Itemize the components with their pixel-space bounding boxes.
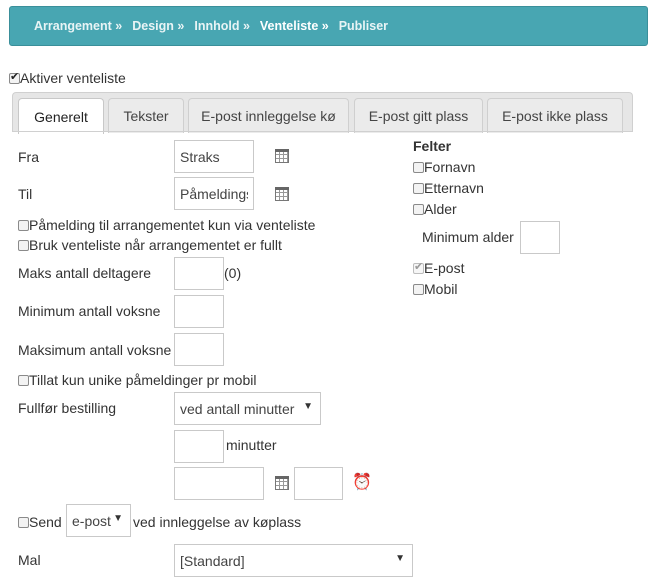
- tab-tekster-label: Tekster: [123, 108, 169, 124]
- field-fornavn-row: Fornavn: [413, 159, 475, 175]
- tab-generelt[interactable]: Generelt: [18, 98, 104, 134]
- tab-epost-ikke-plass-label: E-post ikke plass: [502, 108, 608, 124]
- field-mobil-row: Mobil: [413, 281, 457, 297]
- send-method-select[interactable]: e-post ▼: [66, 504, 131, 537]
- calendar-icon[interactable]: [275, 187, 289, 201]
- minutes-input[interactable]: [174, 430, 224, 463]
- fra-input[interactable]: [174, 140, 254, 173]
- use-when-full-label: Bruk venteliste når arrangementet er ful…: [29, 237, 282, 253]
- chevron-down-icon: ▼: [395, 553, 405, 564]
- unique-mobile-label: Tillat kun unike påmeldinger pr mobil: [29, 372, 257, 388]
- use-when-full-checkbox[interactable]: [18, 240, 29, 251]
- field-fornavn-checkbox[interactable]: [413, 162, 424, 173]
- calendar-icon[interactable]: [275, 149, 289, 163]
- clock-icon[interactable]: ⏰: [352, 475, 372, 491]
- chevron-down-icon: ▼: [303, 401, 313, 412]
- tab-divider: [12, 131, 633, 132]
- field-alder-checkbox[interactable]: [413, 204, 424, 215]
- field-mobil-label: Mobil: [424, 281, 458, 297]
- complete-order-select[interactable]: ved antall minutter ▼: [174, 392, 321, 425]
- unique-mobile-checkbox[interactable]: [18, 375, 29, 386]
- tab-strip: Generelt Tekster E-post innleggelse kø E…: [12, 92, 633, 134]
- til-input[interactable]: [174, 177, 254, 210]
- breadcrumb-item-design[interactable]: Design »: [132, 19, 184, 33]
- max-adults-input[interactable]: [174, 333, 224, 366]
- field-etternavn-checkbox[interactable]: [413, 183, 424, 194]
- tab-generelt-label: Generelt: [34, 108, 88, 125]
- send-checkbox[interactable]: [18, 517, 29, 528]
- min-age-input[interactable]: [520, 221, 560, 254]
- only-waitlist-label: Påmelding til arrangementet kun via vent…: [29, 217, 316, 233]
- field-etternavn-row: Etternavn: [413, 180, 484, 196]
- field-epost-label: E-post: [424, 260, 465, 276]
- template-label: Mal: [18, 552, 41, 568]
- chevron-down-icon: ▼: [113, 513, 123, 524]
- tab-epost-innleggelse-ko-label: E-post innleggelse kø: [201, 108, 336, 124]
- field-epost-checkbox: [413, 260, 424, 274]
- field-alder-label: Alder: [424, 201, 457, 217]
- max-participants-hint: (0): [224, 265, 242, 281]
- breadcrumb-item-publiser[interactable]: Publiser: [339, 19, 388, 33]
- max-adults-label: Maksimum antall voksne: [18, 342, 172, 358]
- tab-tekster[interactable]: Tekster: [108, 98, 184, 133]
- min-adults-label: Minimum antall voksne: [18, 303, 161, 319]
- fields-title: Felter: [413, 138, 452, 154]
- max-participants-input[interactable]: [174, 257, 224, 290]
- field-mobil-checkbox[interactable]: [413, 284, 424, 295]
- field-epost-row: E-post: [413, 260, 464, 276]
- complete-order-select-value: ved antall minutter: [180, 400, 295, 417]
- field-etternavn-label: Etternavn: [424, 180, 484, 196]
- max-participants-label: Maks antall deltagere: [18, 265, 152, 281]
- min-adults-input[interactable]: [174, 295, 224, 328]
- tab-epost-innleggelse-ko[interactable]: E-post innleggelse kø: [188, 98, 349, 133]
- tab-epost-ikke-plass[interactable]: E-post ikke plass: [487, 98, 623, 133]
- fra-label: Fra: [18, 149, 39, 165]
- complete-order-label: Fullfør bestilling: [18, 400, 117, 416]
- send-suffix-label: ved innleggelse av køplass: [133, 514, 302, 530]
- min-age-label: Minimum alder: [422, 229, 514, 245]
- field-alder-row: Alder: [413, 201, 457, 217]
- send-method-select-value: e-post: [72, 512, 111, 529]
- field-fornavn-label: Fornavn: [424, 159, 476, 175]
- minutes-unit-label: minutter: [226, 437, 277, 453]
- calendar-icon[interactable]: [275, 476, 289, 490]
- tab-epost-gitt-plass-label: E-post gitt plass: [368, 108, 469, 124]
- breadcrumb: Arrangement » Design » Innhold » Venteli…: [9, 6, 648, 46]
- time-input[interactable]: [294, 467, 343, 500]
- breadcrumb-item-arrangement[interactable]: Arrangement »: [34, 19, 122, 33]
- send-row: Send: [18, 514, 62, 530]
- use-when-full-row: Bruk venteliste når arrangementet er ful…: [18, 237, 282, 253]
- breadcrumb-item-innhold[interactable]: Innhold »: [194, 19, 250, 33]
- tab-epost-gitt-plass[interactable]: E-post gitt plass: [354, 98, 483, 133]
- only-waitlist-row: Påmelding til arrangementet kun via vent…: [18, 217, 315, 233]
- date-input[interactable]: [174, 467, 264, 500]
- breadcrumb-item-venteliste[interactable]: Venteliste »: [260, 19, 329, 33]
- til-label: Til: [18, 186, 33, 202]
- template-select[interactable]: [Standard] ▼: [174, 544, 413, 577]
- activate-waitlist-row: Aktiver venteliste: [9, 70, 126, 86]
- unique-mobile-row: Tillat kun unike påmeldinger pr mobil: [18, 372, 256, 388]
- template-select-value: [Standard]: [180, 552, 245, 569]
- activate-waitlist-checkbox[interactable]: [9, 70, 20, 84]
- send-label: Send: [29, 514, 62, 530]
- only-waitlist-checkbox[interactable]: [18, 220, 29, 231]
- activate-waitlist-label: Aktiver venteliste: [20, 70, 126, 86]
